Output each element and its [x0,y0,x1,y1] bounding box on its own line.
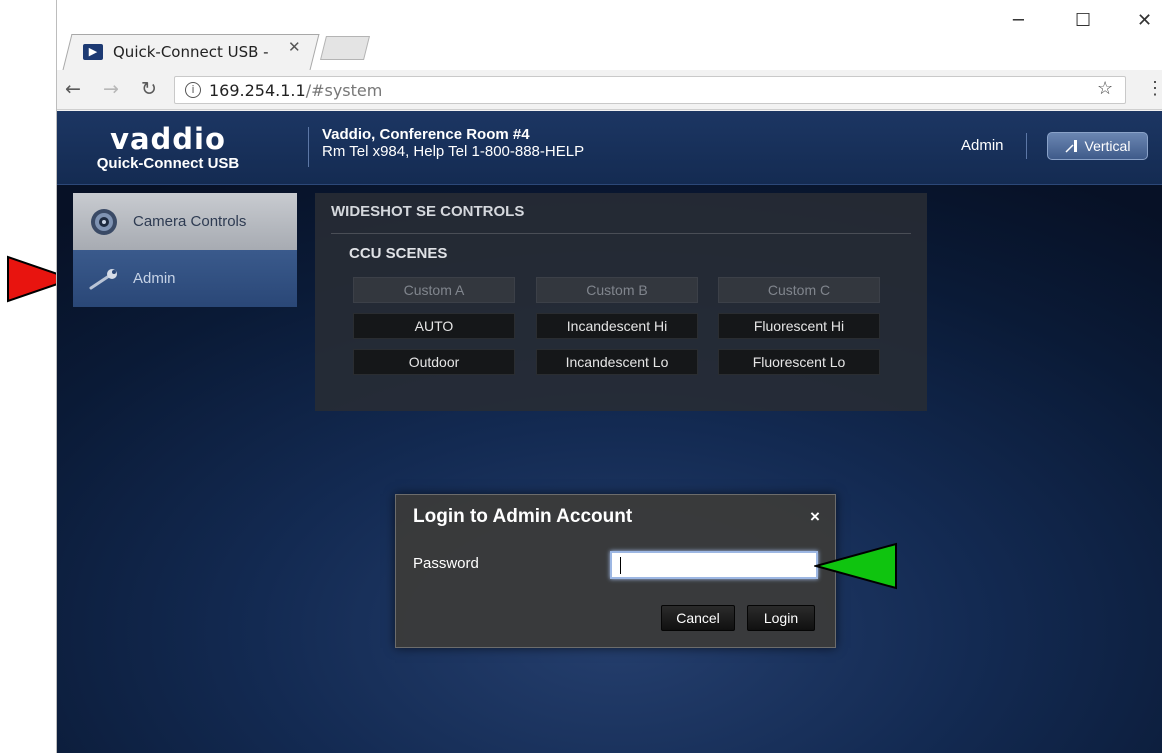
bookmark-star-icon[interactable]: ☆ [1097,78,1113,99]
tab-close-icon[interactable]: ✕ [288,38,301,56]
sidebar: Camera Controls Admin [73,193,297,307]
info-icon[interactable]: i [185,82,201,98]
scene-custom-c-button[interactable]: Custom C [718,277,880,303]
ccu-scenes-title: CCU SCENES [349,245,448,262]
sidebar-item-camera-controls[interactable]: Camera Controls [73,193,297,250]
sidebar-item-label: Camera Controls [133,213,247,230]
admin-user-label[interactable]: Admin [961,137,1004,154]
green-pointer-arrow [814,542,897,590]
browser-window: ▶ Quick-Connect USB - ✕ ─ ☐ ✕ ← → ↻ i 16… [56,0,1162,753]
wideshot-controls-panel: WIDESHOT SE CONTROLS CCU SCENES Custom A… [315,193,927,411]
scene-fluorescent-hi-button[interactable]: Fluorescent Hi [718,313,880,339]
scene-incandescent-lo-button[interactable]: Incandescent Lo [536,349,698,375]
new-tab-button[interactable] [320,36,370,60]
scene-incandescent-hi-button[interactable]: Incandescent Hi [536,313,698,339]
room-name: Vaddio, Conference Room #4 [322,126,530,143]
browser-toolbar: ← → ↻ i 169.254.1.1/#system ☆ ⋮ [57,70,1162,110]
login-button[interactable]: Login [747,605,815,631]
password-label: Password [413,555,479,572]
browser-menu-icon[interactable]: ⋮ [1146,78,1162,99]
password-input[interactable] [610,551,818,579]
page-header: vaddio Quick-Connect USB Vaddio, Confere… [57,111,1162,185]
vertical-layout-icon [1065,140,1077,153]
scene-custom-b-button[interactable]: Custom B [536,277,698,303]
url-host: 169.254.1.1 [209,80,306,100]
vaddio-favicon-icon: ▶ [83,44,103,60]
scene-custom-a-button[interactable]: Custom A [353,277,515,303]
vertical-label: Vertical [1084,138,1131,154]
panel-title: WIDESHOT SE CONTROLS [331,203,525,220]
dialog-title: Login to Admin Account [413,506,633,527]
text-caret [620,557,621,574]
room-phone: Rm Tel x984, Help Tel 1-800-888-HELP [322,143,585,160]
camera-lens-icon [89,207,119,237]
sidebar-item-admin[interactable]: Admin [73,250,297,307]
cancel-button[interactable]: Cancel [661,605,735,631]
web-page: vaddio Quick-Connect USB Vaddio, Confere… [57,111,1162,753]
panel-divider [331,233,911,234]
room-info: Vaddio, Conference Room #4 Rm Tel x984, … [322,126,584,160]
maximize-icon[interactable]: ☐ [1075,10,1091,31]
scene-fluorescent-lo-button[interactable]: Fluorescent Lo [718,349,880,375]
forward-icon[interactable]: → [103,78,119,100]
vaddio-logo: vaddio Quick-Connect USB [93,122,243,173]
logo-product-name: Quick-Connect USB [96,155,240,172]
wrench-icon [89,264,119,294]
vertical-layout-button[interactable]: Vertical [1047,132,1148,160]
header-divider [308,127,309,167]
minimize-icon[interactable]: ─ [1013,10,1024,31]
address-bar[interactable]: i 169.254.1.1/#system [174,76,1126,104]
scene-outdoor-button[interactable]: Outdoor [353,349,515,375]
header-divider-2 [1026,133,1027,159]
tab-title: Quick-Connect USB - [113,43,269,61]
logo-wordmark: vaddio [110,122,226,156]
sidebar-item-label: Admin [133,270,176,287]
dialog-close-icon[interactable]: × [810,507,820,527]
url-path: /#system [305,80,383,100]
reload-icon[interactable]: ↻ [141,78,157,100]
tab-strip: ▶ Quick-Connect USB - ✕ ─ ☐ ✕ [57,0,1162,70]
back-icon[interactable]: ← [65,78,81,100]
admin-login-dialog: Login to Admin Account × Password Cancel… [395,494,836,648]
screenshot: ▶ Quick-Connect USB - ✕ ─ ☐ ✕ ← → ↻ i 16… [0,0,1162,753]
close-window-icon[interactable]: ✕ [1137,10,1152,31]
scene-auto-button[interactable]: AUTO [353,313,515,339]
